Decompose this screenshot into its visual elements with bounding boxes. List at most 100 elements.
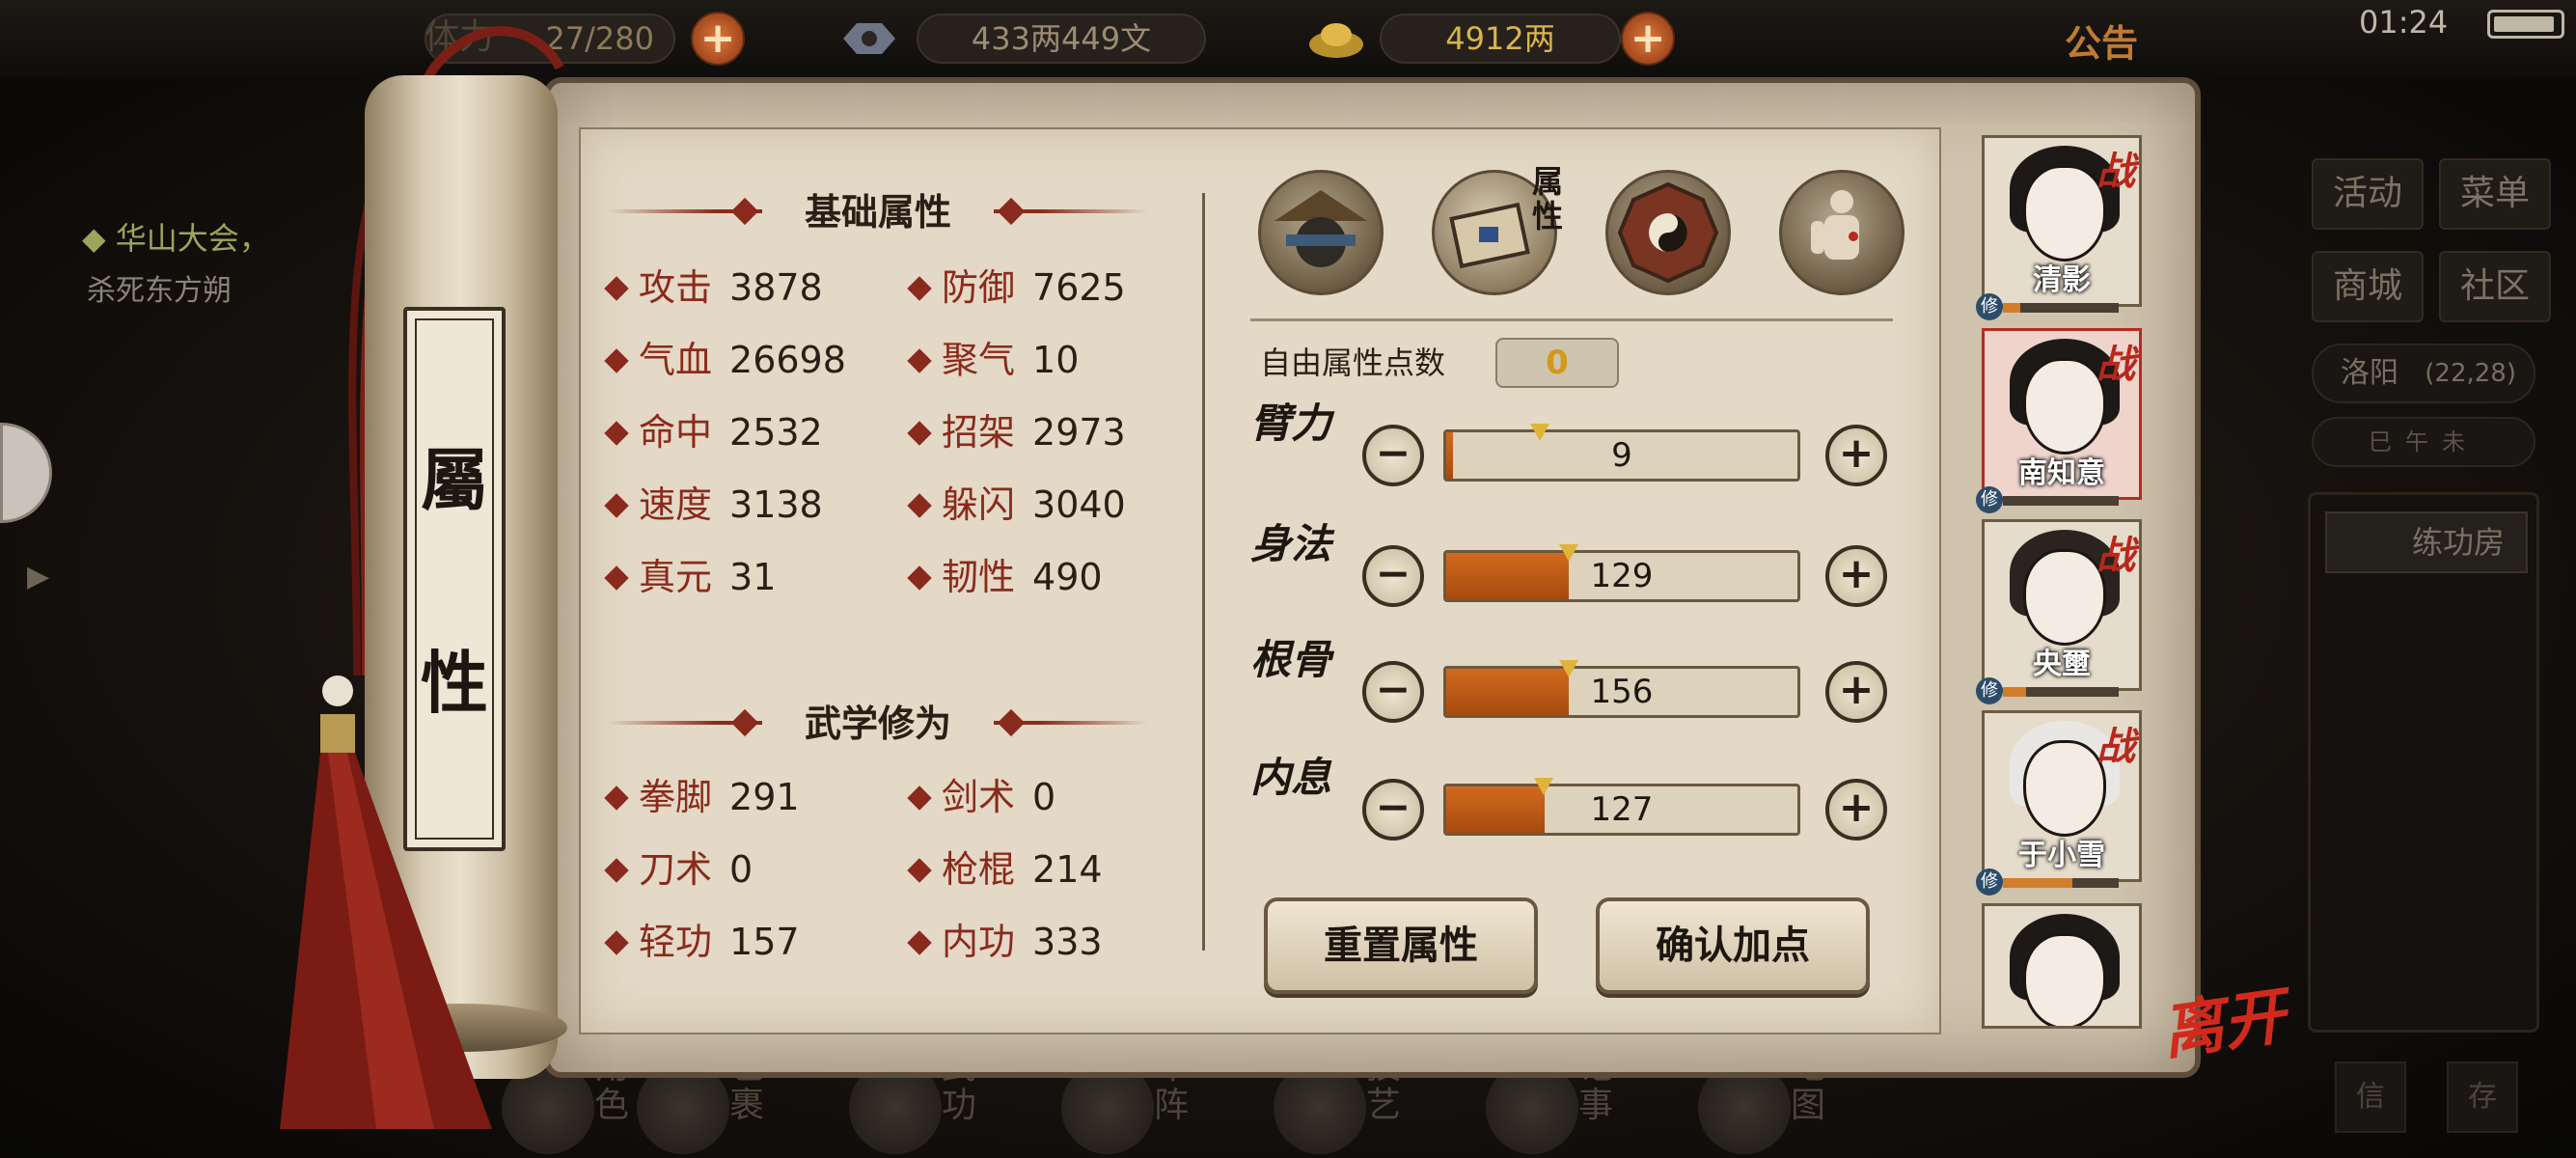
tab-meridians[interactable]: [1779, 170, 1905, 295]
stat-value: 7625: [1032, 266, 1126, 309]
battery-icon: [2487, 10, 2564, 39]
stat-name: 刀术: [639, 848, 713, 891]
decrease-button[interactable]: −: [1362, 425, 1424, 486]
character-card[interactable]: 南知意 战: [1982, 328, 2142, 500]
decrease-button[interactable]: −: [1362, 779, 1424, 841]
stat-value: 2532: [729, 411, 823, 454]
character-card[interactable]: 清影 战: [1982, 135, 2142, 307]
activity-button[interactable]: 活动: [2312, 158, 2424, 230]
cultivation-badge: 修: [1976, 486, 2003, 513]
map-icon: [1698, 1062, 1791, 1154]
stat-value: 31: [729, 556, 777, 598]
stat-name: 韧性: [942, 556, 1016, 598]
confirm-points-button[interactable]: 确认加点: [1596, 897, 1870, 994]
stat-diamond-icon: [907, 276, 932, 301]
stat-name: 攻击: [639, 266, 713, 309]
location-coords: (22,28): [2425, 359, 2516, 388]
battle-badge: 战: [2096, 534, 2135, 578]
free-points-value: 0: [1495, 338, 1619, 388]
tassel-decoration: [280, 676, 492, 1129]
stat-diamond-icon: [907, 786, 932, 811]
stat-value: 157: [729, 921, 800, 963]
notice-button[interactable]: 公告: [2065, 14, 2138, 67]
tab-bagua[interactable]: [1605, 170, 1731, 295]
decrease-button[interactable]: −: [1362, 545, 1424, 607]
leave-button[interactable]: 离开: [2155, 967, 2290, 1072]
reset-attributes-button[interactable]: 重置属性: [1264, 897, 1538, 994]
mail-button[interactable]: 信: [2335, 1062, 2406, 1133]
bag-icon: [637, 1062, 729, 1154]
book-icon: [849, 1062, 942, 1154]
bagua-icon: [1061, 1062, 1154, 1154]
cultivation-badge: 修: [1976, 293, 2003, 320]
stat-toughness: 韧性 490: [907, 550, 1103, 604]
tab-attributes-label: 属性: [1532, 163, 1564, 234]
martial-title: 武学修为: [762, 695, 994, 753]
stat-value: 0: [1032, 776, 1056, 818]
attr-name-0: 臂力: [1250, 400, 1332, 447]
character-card[interactable]: 央壐 战: [1982, 519, 2142, 691]
attr-progress-bar: 127: [1443, 784, 1800, 836]
stat-blade: 刀术 0: [604, 842, 753, 896]
character-portrait: [2023, 933, 2106, 1026]
decrease-button[interactable]: −: [1362, 661, 1424, 723]
right-side-box: [2308, 492, 2539, 1033]
stat-diamond-icon: [907, 348, 932, 373]
journal-icon: [1486, 1062, 1578, 1154]
character-portrait: [2023, 165, 2106, 262]
increase-button[interactable]: +: [1825, 545, 1887, 607]
storage-button[interactable]: 存: [2447, 1062, 2518, 1133]
tab-character-portrait[interactable]: [1258, 170, 1384, 295]
attr-marker-icon: [1533, 778, 1553, 795]
stat-name: 命中: [639, 411, 713, 454]
expand-arrow-icon[interactable]: ▶: [27, 560, 66, 598]
quest-title[interactable]: ◆ 华山大会，: [82, 214, 270, 259]
increase-button[interactable]: +: [1825, 661, 1887, 723]
attr-value: 156: [1590, 673, 1654, 711]
stat-name: 速度: [639, 483, 713, 526]
character-name: 于小雪: [2018, 839, 2105, 872]
stat-value: 333: [1032, 921, 1103, 963]
character-card[interactable]: 于小雪 战: [1982, 710, 2142, 882]
cultivation-progress-bar: [2003, 303, 2119, 313]
stat-value: 490: [1032, 556, 1103, 598]
attr-marker-icon: [1529, 424, 1549, 441]
scroll-title-char-1: 屬: [421, 440, 488, 520]
attr-name-3: 内息: [1250, 754, 1332, 801]
attr-value: 9: [1611, 436, 1632, 475]
stat-name: 聚气: [942, 339, 1016, 381]
attr-name-2: 根骨: [1250, 636, 1332, 683]
copper-coin-icon: [843, 23, 895, 54]
copper-value: 433两449文: [971, 20, 1152, 57]
stat-diamond-icon: [907, 930, 932, 955]
attr-marker-icon: [1558, 660, 1578, 677]
stat-name: 内功: [942, 921, 1016, 963]
stat-value: 3040: [1032, 483, 1126, 526]
stat-spear: 枪棍 214: [907, 842, 1103, 896]
menu-button[interactable]: 菜单: [2439, 158, 2551, 230]
stat-name: 防御: [942, 266, 1016, 309]
skills-icon: [1274, 1062, 1366, 1154]
stat-diamond-icon: [604, 786, 629, 811]
cultivation-progress-fill: [2003, 878, 2072, 888]
shop-button[interactable]: 商城: [2312, 251, 2424, 322]
stat-attack: 攻击 3878: [604, 261, 823, 315]
stat-diamond-icon: [604, 421, 629, 446]
stat-name: 枪棍: [942, 848, 1016, 891]
stat-diamond-icon: [907, 858, 932, 883]
attr-name-1: 身法: [1250, 520, 1332, 567]
add-gold-button[interactable]: +: [1621, 12, 1675, 66]
character-card[interactable]: [1982, 903, 2142, 1029]
community-button[interactable]: 社区: [2439, 251, 2551, 322]
stat-name: 剑术: [942, 776, 1016, 818]
increase-button[interactable]: +: [1825, 779, 1887, 841]
training-room-button[interactable]: 练功房: [2325, 511, 2528, 573]
cultivation-progress-fill: [2003, 303, 2020, 313]
stat-dodge: 躲闪 3040: [907, 478, 1126, 532]
increase-button[interactable]: +: [1825, 425, 1887, 486]
stat-value: 10: [1032, 339, 1080, 381]
cultivation-badge: 修: [1976, 677, 2003, 704]
location-bar[interactable]: 洛阳 (22,28): [2312, 344, 2535, 403]
add-stamina-button[interactable]: +: [691, 12, 745, 66]
stat-value: 214: [1032, 848, 1103, 891]
